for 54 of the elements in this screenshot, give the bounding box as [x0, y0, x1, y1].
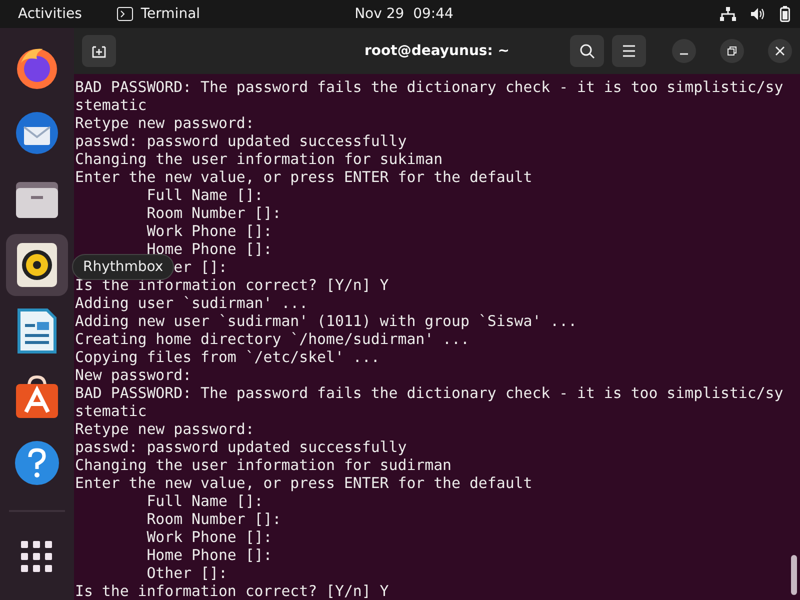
menu-button[interactable]: [612, 35, 646, 67]
menu-icon: [622, 45, 636, 57]
battery-icon[interactable]: [780, 6, 790, 22]
terminal-line: Retype new password:: [75, 420, 254, 438]
terminal-line: passwd: password updated successfully: [75, 132, 407, 150]
window-title: root@deayunus: ~: [364, 43, 510, 59]
help-icon: [14, 440, 60, 486]
terminal-line: passwd: password updated successfully: [75, 438, 407, 456]
close-button[interactable]: [768, 39, 792, 63]
terminal-line: Is the information correct? [Y/n] Y: [75, 582, 389, 600]
terminal-line: stematic: [75, 402, 147, 420]
clock[interactable]: Nov 29 09:44: [354, 6, 454, 22]
minimize-icon: [680, 53, 688, 55]
terminal-line: Room Number []:: [146, 510, 282, 528]
terminal-line: Enter the new value, or press ENTER for the default: [75, 168, 532, 186]
terminal-line: Changing the user information for sudirman: [75, 456, 452, 474]
new-tab-button[interactable]: [82, 35, 116, 67]
scrollbar-thumb[interactable]: [791, 555, 797, 595]
terminal-line: stematic: [75, 96, 147, 114]
volume-icon[interactable]: [750, 7, 766, 21]
terminal-line: Full Name []:: [146, 492, 264, 510]
terminal-line: New password:: [75, 366, 192, 384]
terminal-line: Work Phone []:: [146, 528, 272, 546]
search-button[interactable]: [570, 35, 604, 67]
terminal-line: Creating home directory `/home/sudirman' ...: [75, 330, 470, 348]
search-icon: [579, 43, 595, 59]
restore-icon: [727, 46, 737, 56]
document-icon: [17, 308, 57, 354]
terminal-line: Copying files from `/etc/skel' ...: [75, 348, 380, 366]
terminal-line: Other []:: [146, 564, 228, 582]
terminal-line: Work Phone []:: [146, 222, 272, 240]
dock-item[interactable]: [6, 234, 68, 296]
terminal-line: Enter the new value, or press ENTER for the default: [75, 474, 532, 492]
terminal-line: Adding new user `sudirman' (1011) with group `Siswa' ...: [75, 312, 578, 330]
tooltip: Rhythmbox: [72, 254, 174, 280]
terminal-icon: [116, 7, 133, 21]
terminal-line: BAD PASSWORD: The password fails the dictionary check - it is too simplistic/sy: [75, 384, 784, 402]
terminal-line: Retype new password:: [75, 114, 254, 132]
maximize-button[interactable]: [720, 39, 744, 63]
terminal-line: Room Number []:: [146, 204, 282, 222]
terminal-line: er []:: [174, 258, 228, 276]
app-menu-label[interactable]: Terminal: [140, 6, 200, 22]
close-icon: [775, 46, 785, 56]
speaker-icon: [17, 243, 57, 287]
terminal-line: Home Phone []:: [146, 546, 272, 564]
shopping-bag-icon: [14, 374, 60, 420]
activities-button[interactable]: Activities: [18, 6, 82, 22]
terminal-line: BAD PASSWORD: The password fails the dictionary check - it is too simplistic/sy: [75, 78, 784, 96]
minimize-button[interactable]: [672, 39, 696, 63]
terminal-line: Full Name []:: [146, 186, 264, 204]
terminal-line: Changing the user information for sukiman: [75, 150, 443, 168]
grid-icon: [21, 541, 53, 573]
terminal-line: Adding user `sudirman' ...: [75, 294, 308, 312]
network-icon[interactable]: [720, 7, 736, 21]
